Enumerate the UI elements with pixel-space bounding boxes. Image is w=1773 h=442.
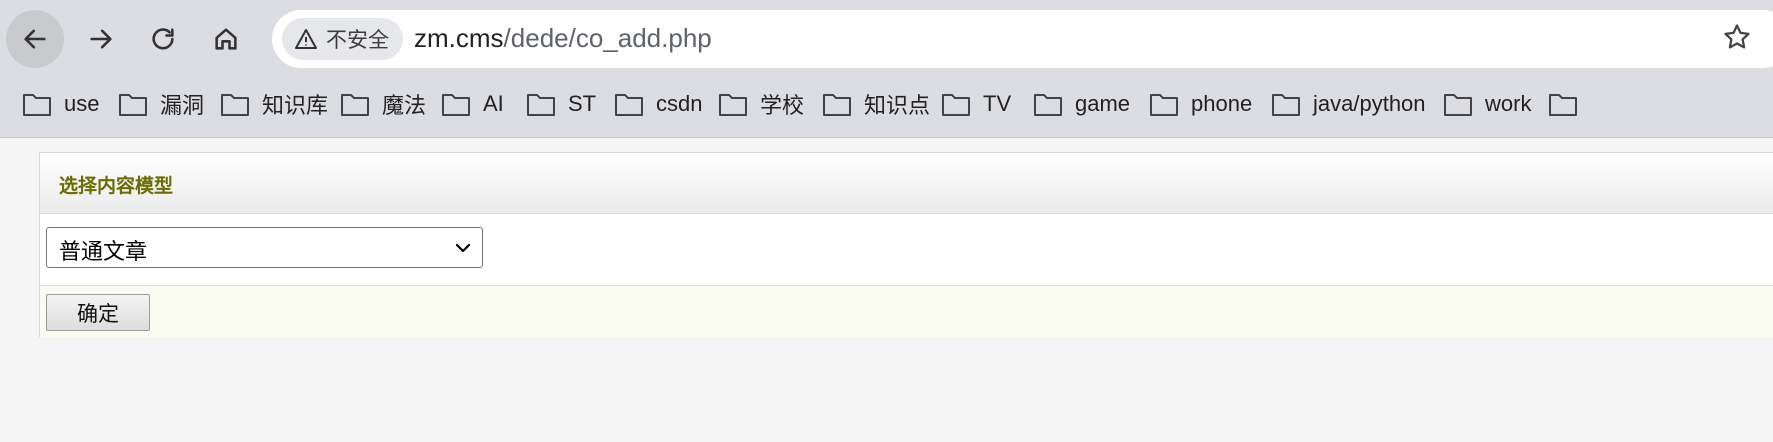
reload-icon <box>152 28 174 50</box>
folder-icon <box>119 94 147 116</box>
bookmark-label: 漏洞 <box>160 93 205 118</box>
address-bar[interactable]: 不安全 zm.cms/dede/co_add.php <box>272 10 1773 68</box>
folder-icon <box>221 94 249 116</box>
bookmark-folder[interactable]: TV <box>941 84 1011 124</box>
bookmark-folder[interactable]: 漏洞 <box>118 84 204 124</box>
bookmark-folder[interactable]: 魔法 <box>340 84 426 124</box>
folder-icon <box>341 94 369 116</box>
bookmark-overflow-folder[interactable] <box>1548 84 1578 124</box>
bookmark-label: work <box>1485 91 1532 116</box>
arrow-left-icon <box>24 29 46 49</box>
folder-icon <box>1272 94 1300 116</box>
bookmark-label: java/python <box>1313 91 1426 116</box>
panel-header: 选择内容模型 <box>40 153 1773 214</box>
folder-icon <box>442 94 470 116</box>
content-model-selected: 普通文章 <box>59 239 148 264</box>
bookmark-label: 知识点 <box>864 93 931 118</box>
bookmark-label: 魔法 <box>382 93 427 118</box>
arrow-right-icon <box>90 29 112 49</box>
security-chip[interactable]: 不安全 <box>282 18 403 60</box>
bookmark-folder[interactable]: 知识点 <box>822 84 930 124</box>
folder-icon <box>527 94 555 116</box>
bookmark-folder[interactable]: use <box>22 84 99 124</box>
folder-icon <box>823 94 851 116</box>
bookmark-label: csdn <box>656 91 703 116</box>
bookmark-label: phone <box>1191 91 1253 116</box>
url-path: /dede/co_add.php <box>503 23 712 53</box>
browser-chrome: 不安全 zm.cms/dede/co_add.php use 漏洞 知识库 魔法 AI S… <box>0 0 1773 138</box>
reload-button[interactable] <box>134 10 192 68</box>
home-icon <box>215 28 237 50</box>
url-text[interactable]: zm.cms/dede/co_add.php <box>414 23 712 54</box>
browser-toolbar: 不安全 zm.cms/dede/co_add.php <box>0 0 1773 76</box>
folder-icon <box>1034 94 1062 116</box>
home-button[interactable] <box>197 10 255 68</box>
bookmark-label: AI <box>483 91 504 116</box>
folder-icon <box>1150 94 1178 116</box>
panel-title: 选择内容模型 <box>59 175 174 197</box>
bookmark-folder[interactable]: csdn <box>614 84 702 124</box>
folder-icon <box>615 94 643 116</box>
bookmark-label: ST <box>568 91 597 116</box>
bookmark-label: TV <box>983 91 1012 116</box>
bookmark-label: 学校 <box>760 93 805 118</box>
bookmark-folder[interactable]: game <box>1033 84 1130 124</box>
bookmark-folder[interactable]: 学校 <box>718 84 804 124</box>
bookmark-folder[interactable]: java/python <box>1271 84 1426 124</box>
select-row: 普通文章 <box>40 214 1773 286</box>
back-button[interactable] <box>6 10 64 68</box>
bookmarks-bar: use 漏洞 知识库 魔法 AI ST csdn 学校 知识点 TV game phone java/p… <box>0 84 1773 124</box>
bookmark-folder[interactable]: 知识库 <box>220 84 328 124</box>
folder-icon <box>719 94 747 116</box>
bookmark-folder[interactable]: ST <box>526 84 596 124</box>
folder-icon <box>942 94 970 116</box>
chevron-down-icon <box>455 243 471 253</box>
button-row: 确定 <box>40 286 1773 337</box>
folder-icon <box>23 94 51 116</box>
bookmark-label: 知识库 <box>262 93 329 118</box>
forward-button[interactable] <box>72 10 130 68</box>
star-icon[interactable] <box>1722 22 1752 52</box>
folder-icon <box>1549 94 1577 116</box>
page-content: 选择内容模型 普通文章 确定 <box>0 138 1773 442</box>
content-model-panel: 选择内容模型 普通文章 确定 <box>39 152 1773 337</box>
confirm-button[interactable]: 确定 <box>46 294 150 331</box>
folder-icon <box>1444 94 1472 116</box>
bookmark-folder[interactable]: AI <box>441 84 504 124</box>
url-host: zm.cms <box>414 23 504 53</box>
warning-triangle-icon <box>295 29 317 49</box>
bookmark-label: use <box>64 91 100 116</box>
security-label: 不安全 <box>326 29 389 52</box>
content-model-select[interactable]: 普通文章 <box>46 227 483 268</box>
bookmark-folder[interactable]: work <box>1443 84 1531 124</box>
bookmark-folder[interactable]: phone <box>1149 84 1252 124</box>
bookmark-label: game <box>1075 91 1131 116</box>
